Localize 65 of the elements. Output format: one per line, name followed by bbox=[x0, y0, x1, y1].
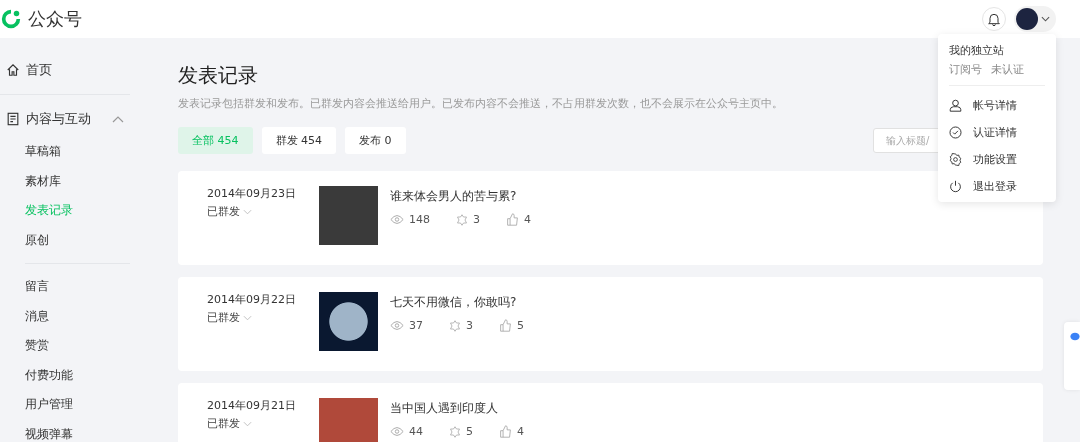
logo-icon bbox=[0, 8, 22, 30]
sidebar-subitem[interactable]: 草稿箱 bbox=[0, 137, 130, 167]
photo-placeholder bbox=[319, 292, 378, 351]
cloud-icon bbox=[1070, 332, 1080, 341]
share-count: 3 bbox=[473, 213, 480, 226]
brand-name: 公众号 bbox=[28, 7, 82, 31]
sidebar-item[interactable]: 首页 bbox=[0, 52, 130, 88]
sidebar-subitem[interactable]: 赞赏 bbox=[0, 331, 130, 361]
sidebar-subitem[interactable]: 用户管理 bbox=[0, 390, 130, 420]
power-icon bbox=[949, 180, 962, 193]
check-circle-icon bbox=[949, 126, 962, 139]
like-count: 4 bbox=[524, 213, 531, 226]
like-count: 5 bbox=[517, 319, 524, 332]
caret-icon[interactable] bbox=[243, 208, 252, 215]
menu-item[interactable]: 认证详情 bbox=[949, 119, 1045, 146]
view-count: 148 bbox=[409, 213, 430, 226]
view-count: 37 bbox=[409, 319, 423, 332]
share-count: 3 bbox=[466, 319, 473, 332]
eye-icon bbox=[390, 214, 404, 225]
verification-status: 未认证 bbox=[991, 62, 1024, 77]
settings-icon bbox=[949, 153, 962, 166]
menu-item[interactable]: 退出登录 bbox=[949, 173, 1045, 200]
document-icon bbox=[6, 112, 20, 126]
filter-tab[interactable]: 发布 0 bbox=[345, 127, 406, 154]
sidebar-subitem[interactable]: 素材库 bbox=[0, 166, 130, 196]
sidebar-subitem[interactable]: 视频弹幕 bbox=[0, 419, 130, 442]
page-title: 发表记录 bbox=[178, 62, 258, 89]
like-count: 4 bbox=[517, 425, 524, 438]
article-title[interactable]: 谁来体会男人的苦与累? bbox=[390, 188, 557, 205]
photo-placeholder bbox=[319, 398, 378, 442]
record-date: 2014年09月22日 bbox=[207, 292, 297, 307]
record-date: 2014年09月23日 bbox=[207, 186, 297, 201]
notification-button[interactable] bbox=[982, 7, 1006, 31]
article-title[interactable]: 当中国人遇到印度人 bbox=[390, 400, 550, 417]
sidebar-group[interactable]: 内容与互动 bbox=[0, 101, 130, 137]
sidebar-subitem[interactable]: 留言 bbox=[0, 272, 130, 302]
user-icon bbox=[949, 99, 962, 112]
thumbs-up-icon bbox=[499, 425, 512, 438]
menu-item[interactable]: 帐号详情 bbox=[949, 92, 1045, 119]
thumbs-up-icon bbox=[506, 213, 519, 226]
menu-item[interactable]: 功能设置 bbox=[949, 146, 1045, 173]
filter-tab[interactable]: 群发 454 bbox=[261, 127, 336, 154]
page-description: 发表记录包括群发和发布。已群发内容会推送给用户。已发布内容不会推送，不占用群发次数，也不会展示在公众号主页中。 bbox=[178, 97, 783, 111]
caret-icon[interactable] bbox=[243, 420, 252, 427]
home-icon bbox=[6, 63, 20, 77]
thumbs-up-icon bbox=[499, 319, 512, 332]
account-button[interactable] bbox=[1014, 6, 1056, 32]
account-name: 我的独立站 bbox=[949, 43, 1005, 58]
article-title[interactable]: 七天不用微信，你敢吗? bbox=[390, 294, 550, 311]
eye-icon bbox=[390, 426, 404, 437]
record-status: 已群发 bbox=[207, 416, 240, 431]
caret-icon[interactable] bbox=[243, 314, 252, 321]
eye-icon bbox=[390, 320, 404, 331]
sidebar-subitem[interactable]: 原创 bbox=[0, 225, 130, 255]
sidebar-subitem[interactable]: 消息 bbox=[0, 301, 130, 331]
record-status: 已群发 bbox=[207, 204, 240, 219]
record-status: 已群发 bbox=[207, 310, 240, 325]
share-count: 5 bbox=[466, 425, 473, 438]
photo-placeholder bbox=[319, 186, 378, 245]
view-count: 44 bbox=[409, 425, 423, 438]
account-type: 订阅号 bbox=[949, 62, 982, 77]
sidebar-subitem[interactable]: 付费功能 bbox=[0, 360, 130, 390]
bell-icon bbox=[986, 11, 1002, 27]
record-date: 2014年09月21日 bbox=[207, 398, 297, 413]
caret-icon bbox=[1041, 16, 1050, 22]
